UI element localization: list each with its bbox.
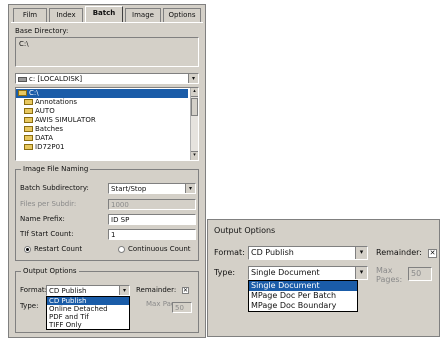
- folder-list-scrollbar[interactable]: ▴ ▾: [190, 88, 198, 160]
- list-item[interactable]: Batches: [24, 125, 63, 134]
- scroll-down-icon[interactable]: ▾: [191, 151, 198, 160]
- zoom-type-select[interactable]: Single Document ▾: [248, 266, 368, 280]
- list-item[interactable]: ID72P01: [24, 143, 65, 152]
- batch-subdir-label: Batch Subdirectory:: [20, 184, 89, 192]
- format-select[interactable]: CD Publish ▾: [46, 285, 130, 296]
- folder-icon: [24, 135, 33, 141]
- folder-icon: [24, 117, 33, 123]
- image-file-naming-group: Image File Naming Batch Subdirectory: St…: [15, 165, 199, 261]
- group-title: Output Options: [21, 267, 79, 276]
- drive-select[interactable]: c: [LOCALDISK] ▾: [15, 73, 199, 84]
- base-directory-box: C:\: [15, 37, 199, 67]
- tif-start-count-field[interactable]: 1: [108, 229, 196, 240]
- drive-value: c: [LOCALDISK]: [29, 75, 83, 83]
- zoom-output-title: Output Options: [214, 226, 276, 235]
- output-options-zoom-inset: Output Options Format: CD Publish ▾ Rema…: [207, 219, 440, 337]
- zoom-remainder-checkbox[interactable]: ✕: [428, 249, 437, 258]
- zoom-remainder-label: Remainder:: [376, 248, 422, 257]
- chevron-down-icon[interactable]: ▾: [188, 74, 198, 83]
- zoom-format-label: Format:: [214, 248, 245, 257]
- tab-divider: [11, 22, 203, 23]
- list-item[interactable]: AUTO: [24, 107, 55, 116]
- output-options-group: Output Options Format: CD Publish ▾ Rema…: [15, 267, 199, 333]
- base-directory-label: Base Directory:: [15, 27, 69, 35]
- restart-count-radio[interactable]: [24, 246, 31, 253]
- remainder-checkbox[interactable]: ✕: [182, 287, 189, 294]
- dropdown-option[interactable]: CD Publish: [47, 297, 129, 305]
- radio-dot: [26, 248, 29, 251]
- zoom-format-select[interactable]: CD Publish ▾: [248, 246, 368, 260]
- list-item[interactable]: DATA: [24, 134, 53, 143]
- type-dropdown-list[interactable]: Single Document MPage Doc Per Batch MPag…: [248, 280, 358, 312]
- tab-index[interactable]: Index: [49, 8, 83, 22]
- dropdown-option[interactable]: MPage Doc Boundary: [249, 301, 357, 311]
- tab-options[interactable]: Options: [163, 8, 201, 22]
- batch-subdir-select[interactable]: Start/Stop ▾: [108, 183, 196, 194]
- name-prefix-field[interactable]: ID SP: [108, 214, 196, 225]
- dropdown-option[interactable]: Online Detached: [47, 305, 129, 313]
- tab-film[interactable]: Film: [13, 8, 47, 22]
- dropdown-option[interactable]: TIFF Only: [47, 321, 129, 329]
- folder-list[interactable]: C:\ Annotations AUTO AWIS SIMULATOR Batc…: [15, 87, 199, 161]
- name-prefix-label: Name Prefix:: [20, 215, 65, 223]
- list-item[interactable]: Annotations: [24, 98, 77, 107]
- format-label: Format:: [20, 286, 48, 294]
- tab-image[interactable]: Image: [125, 8, 161, 22]
- remainder-label: Remainder:: [136, 286, 177, 294]
- drive-icon: [18, 77, 27, 82]
- continuous-count-label: Continuous Count: [128, 245, 191, 253]
- folder-icon: [24, 99, 33, 105]
- folder-icon: [24, 108, 33, 114]
- format-dropdown-list[interactable]: CD Publish Online Detached PDF and Tif T…: [46, 296, 130, 330]
- dropdown-option[interactable]: PDF and Tif: [47, 313, 129, 321]
- max-pages-field[interactable]: 50: [172, 302, 192, 313]
- folder-open-icon: [18, 90, 27, 96]
- batch-settings-panel: Film Index Batch Image Options Base Dire…: [8, 4, 206, 338]
- chevron-down-icon[interactable]: ▾: [185, 184, 195, 193]
- zoom-max-pages-label: Max Pages:: [376, 266, 403, 284]
- files-per-subdir-field[interactable]: 1000: [108, 199, 196, 210]
- continuous-count-radio[interactable]: [118, 246, 125, 253]
- restart-count-label: Restart Count: [34, 245, 83, 253]
- type-label: Type:: [20, 302, 39, 310]
- tab-batch[interactable]: Batch: [85, 6, 123, 23]
- group-title: Image File Naming: [21, 165, 91, 174]
- tif-start-count-label: TIf Start Count:: [20, 230, 74, 238]
- chevron-down-icon[interactable]: ▾: [119, 286, 129, 295]
- dropdown-option[interactable]: Single Document: [249, 281, 357, 291]
- scroll-up-icon[interactable]: ▴: [191, 88, 198, 97]
- list-item[interactable]: C:\: [16, 89, 188, 98]
- base-directory-value: C:\: [19, 40, 29, 48]
- list-item[interactable]: AWIS SIMULATOR: [24, 116, 96, 125]
- dropdown-option[interactable]: MPage Doc Per Batch: [249, 291, 357, 301]
- folder-icon: [24, 126, 33, 132]
- chevron-down-icon[interactable]: ▾: [355, 267, 367, 279]
- zoom-type-label: Type:: [214, 268, 236, 277]
- zoom-max-pages-field[interactable]: 50: [408, 267, 432, 281]
- scroll-thumb[interactable]: [191, 98, 198, 116]
- chevron-down-icon[interactable]: ▾: [355, 247, 367, 259]
- files-per-subdir-label: Files per Subdir:: [20, 200, 77, 208]
- folder-icon: [24, 144, 33, 150]
